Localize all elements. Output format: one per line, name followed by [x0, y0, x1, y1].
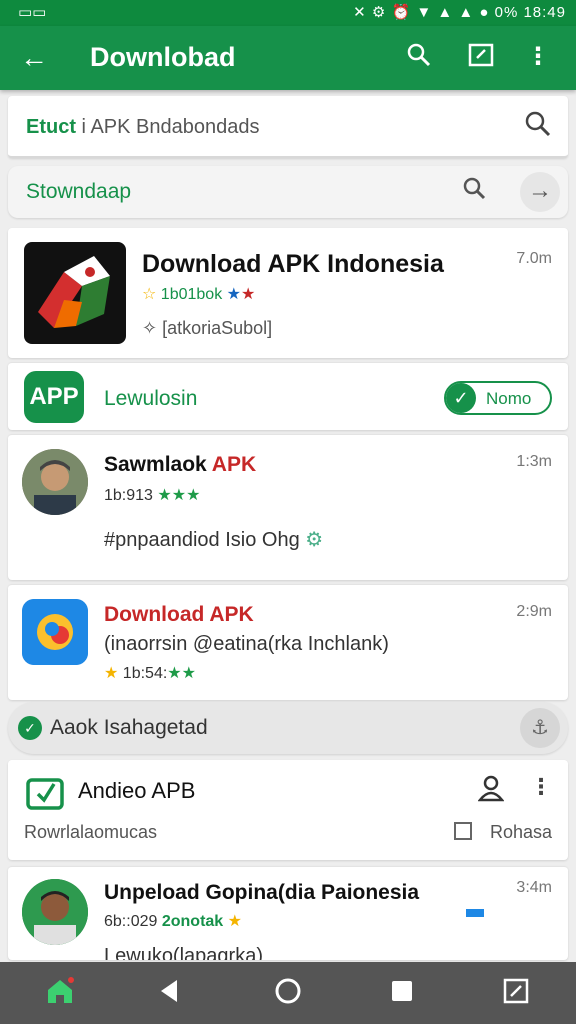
- check-circle-icon: ✓: [18, 716, 42, 740]
- star-icon: ☆: [142, 286, 157, 303]
- user-icon[interactable]: [477, 774, 505, 807]
- list-item[interactable]: Download APK 2:9m (inaorrsin @eatina(rka…: [8, 584, 568, 700]
- search-icon[interactable]: [462, 176, 488, 207]
- app-rating: ☆ 1b01bok ★★: [142, 286, 256, 303]
- secondary-search-input[interactable]: Stowndaap: [26, 180, 131, 204]
- app-icon: [22, 599, 88, 665]
- app-developer: ✧ [atkoriaSubol]: [142, 318, 273, 338]
- app-logo: [24, 242, 126, 344]
- item-title[interactable]: Download APK: [104, 603, 254, 627]
- robot-icon: ⚙: [305, 529, 324, 551]
- home-icon[interactable]: [40, 976, 80, 1010]
- checkbox-label: Rohasa: [489, 822, 552, 842]
- check-icon: ✓: [446, 383, 476, 413]
- home-circle-icon[interactable]: [268, 976, 308, 1010]
- item-time: 2:9m: [516, 603, 552, 620]
- bottom-navigation: [0, 962, 576, 1024]
- back-icon[interactable]: [150, 976, 190, 1010]
- app-row-label: Lewulosin: [104, 387, 198, 410]
- avatar: [22, 449, 88, 515]
- star-icon: ★: [240, 286, 256, 303]
- avatar: [22, 879, 88, 945]
- notice-bar[interactable]: ✓ Aaok Isahagetad ⚓: [8, 702, 568, 754]
- app-name[interactable]: Download APK Indonesia: [142, 250, 444, 279]
- arrow-right-icon[interactable]: →: [520, 172, 560, 212]
- item-time: 3:4m: [516, 879, 552, 896]
- anchor-icon[interactable]: ⚓: [520, 708, 560, 748]
- item-title[interactable]: Andieo APB: [78, 778, 195, 804]
- recents-icon[interactable]: [382, 976, 422, 1010]
- app-badge: APP: [24, 371, 84, 423]
- edit-square-icon[interactable]: [496, 976, 536, 1010]
- item-description: Lewuko(lapagrka): [104, 945, 263, 960]
- status-indicators: ✕ ⚙ ⏰ ▼ ▲ ▲ ● 0% 18:49: [353, 4, 566, 21]
- toggle-switch[interactable]: ✓ Nomo: [444, 381, 552, 415]
- item-time: 1:3m: [516, 453, 552, 470]
- item-title[interactable]: Sawmlaok APK: [104, 453, 256, 477]
- checkbox[interactable]: [454, 822, 472, 840]
- item-description: (inaorrsin @eatina(rka Inchlank): [104, 633, 389, 655]
- search-icon[interactable]: [406, 42, 432, 75]
- item-meta: 1b:913 ★★★: [104, 487, 201, 504]
- star-icon: ★: [227, 913, 242, 930]
- puzzle-icon: ✧: [142, 318, 158, 338]
- arrow-left-icon[interactable]: ←: [20, 42, 48, 74]
- more-vert-icon[interactable]: ⋮: [526, 42, 550, 71]
- star-icon: ★: [104, 665, 119, 682]
- app-toggle-row: APP Lewulosin ✓ Nomo: [8, 362, 568, 430]
- item-subtitle: Rowrlalaomucas: [24, 822, 158, 842]
- status-bar: ▭▭ ✕ ⚙ ⏰ ▼ ▲ ▲ ● 0% 18:49: [0, 0, 576, 26]
- secondary-search-bar[interactable]: Stowndaap →: [8, 166, 568, 218]
- item-meta: 6b::029 2onotak ★: [104, 913, 242, 930]
- download-folder-icon: [26, 774, 66, 815]
- app-bar: ← Downlobad ⋮: [0, 26, 576, 90]
- list-item[interactable]: Sawmlaok APK 1:3m 1b:913 ★★★ #pnpaandiod…: [8, 434, 568, 580]
- app-time: 7.0m: [516, 250, 552, 267]
- item-title[interactable]: Unpeload Gopina(dia Paionesia: [104, 881, 419, 905]
- item-description: #pnpaandiod Isio Ohg ⚙: [104, 529, 324, 551]
- toggle-label: Nomo: [486, 389, 532, 408]
- star-icon: ★: [226, 286, 241, 303]
- list-item[interactable]: Andieo APB ⋮ Rowrlalaomucas Rohasa: [8, 760, 568, 860]
- search-icon[interactable]: [524, 110, 552, 143]
- featured-app-card[interactable]: Download APK Indonesia 7.0m ☆ 1b01bok ★★…: [8, 228, 568, 358]
- search-input[interactable]: Etuct i APK Bndabondads: [26, 116, 259, 139]
- page-title: Downlobad: [90, 42, 236, 72]
- item-meta: ★ 1b:54:★★: [104, 665, 196, 682]
- more-vert-icon[interactable]: ⋮: [530, 774, 552, 800]
- flag-icon: [466, 909, 484, 917]
- list-item[interactable]: Unpeload Gopina(dia Paionesia 3:4m 6b::0…: [8, 866, 568, 960]
- search-bar[interactable]: Etuct i APK Bndabondads: [8, 96, 568, 158]
- sim-icon: ▭▭: [18, 4, 47, 21]
- edit-square-icon[interactable]: [468, 42, 494, 75]
- notice-label: Aaok Isahagetad: [50, 716, 208, 739]
